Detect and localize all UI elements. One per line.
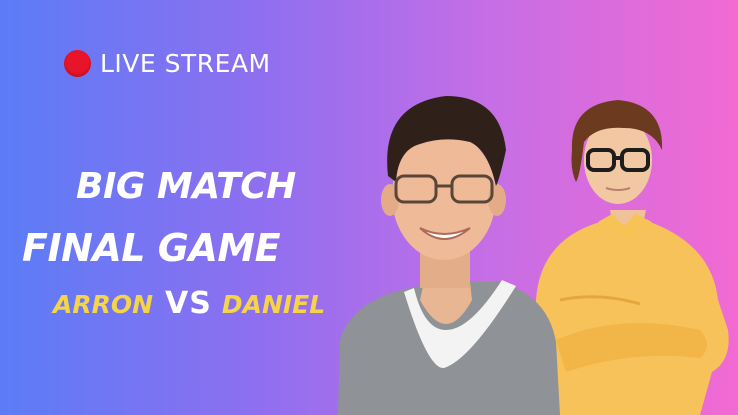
player-2-photo — [536, 100, 729, 415]
players-photo — [338, 96, 729, 415]
live-stream-banner: LIVE STREAM BIG MATCH FINAL GAME ARRON V… — [0, 0, 738, 415]
player-1-photo — [338, 96, 560, 415]
